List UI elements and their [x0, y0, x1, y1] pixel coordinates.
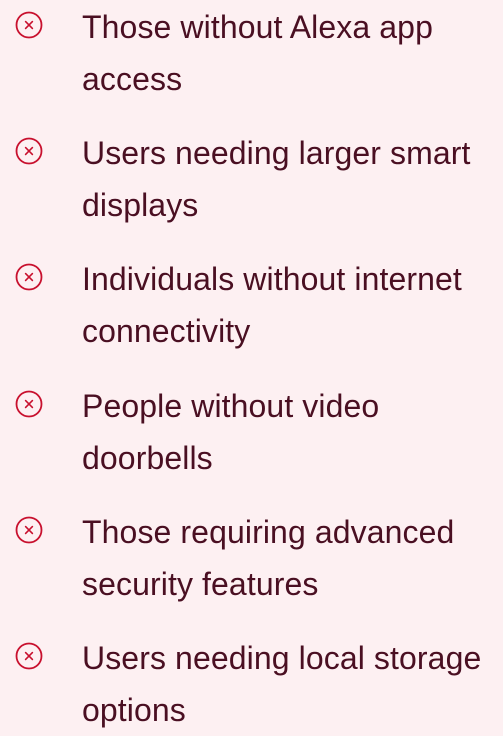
- circle-x-icon: [15, 263, 43, 291]
- circle-x-icon: [15, 642, 43, 670]
- circle-x-icon: [15, 516, 43, 544]
- list-item: Users needing local storage options: [0, 632, 503, 732]
- circle-x-icon: [15, 390, 43, 418]
- list-item: People without video doorbells: [0, 380, 503, 480]
- list-item-label: People without video doorbells: [82, 388, 380, 476]
- list-item: Those requiring advanced security featur…: [0, 506, 503, 606]
- list-item-label: Those without Alexa app access: [82, 9, 433, 97]
- list-item-label: Users needing local storage options: [82, 640, 482, 728]
- list-item-label: Users needing larger smart displays: [82, 135, 471, 223]
- list-item-label: Those requiring advanced security featur…: [82, 514, 455, 602]
- circle-x-icon: [15, 137, 43, 165]
- list-item: Individuals without internet connectivit…: [0, 253, 503, 353]
- list-item-label: Individuals without internet connectivit…: [82, 261, 462, 349]
- exclusion-list: Those without Alexa app access Users nee…: [0, 0, 503, 729]
- circle-x-icon: [15, 11, 43, 39]
- list-item: Users needing larger smart displays: [0, 127, 503, 227]
- list-item: Those without Alexa app access: [0, 1, 503, 101]
